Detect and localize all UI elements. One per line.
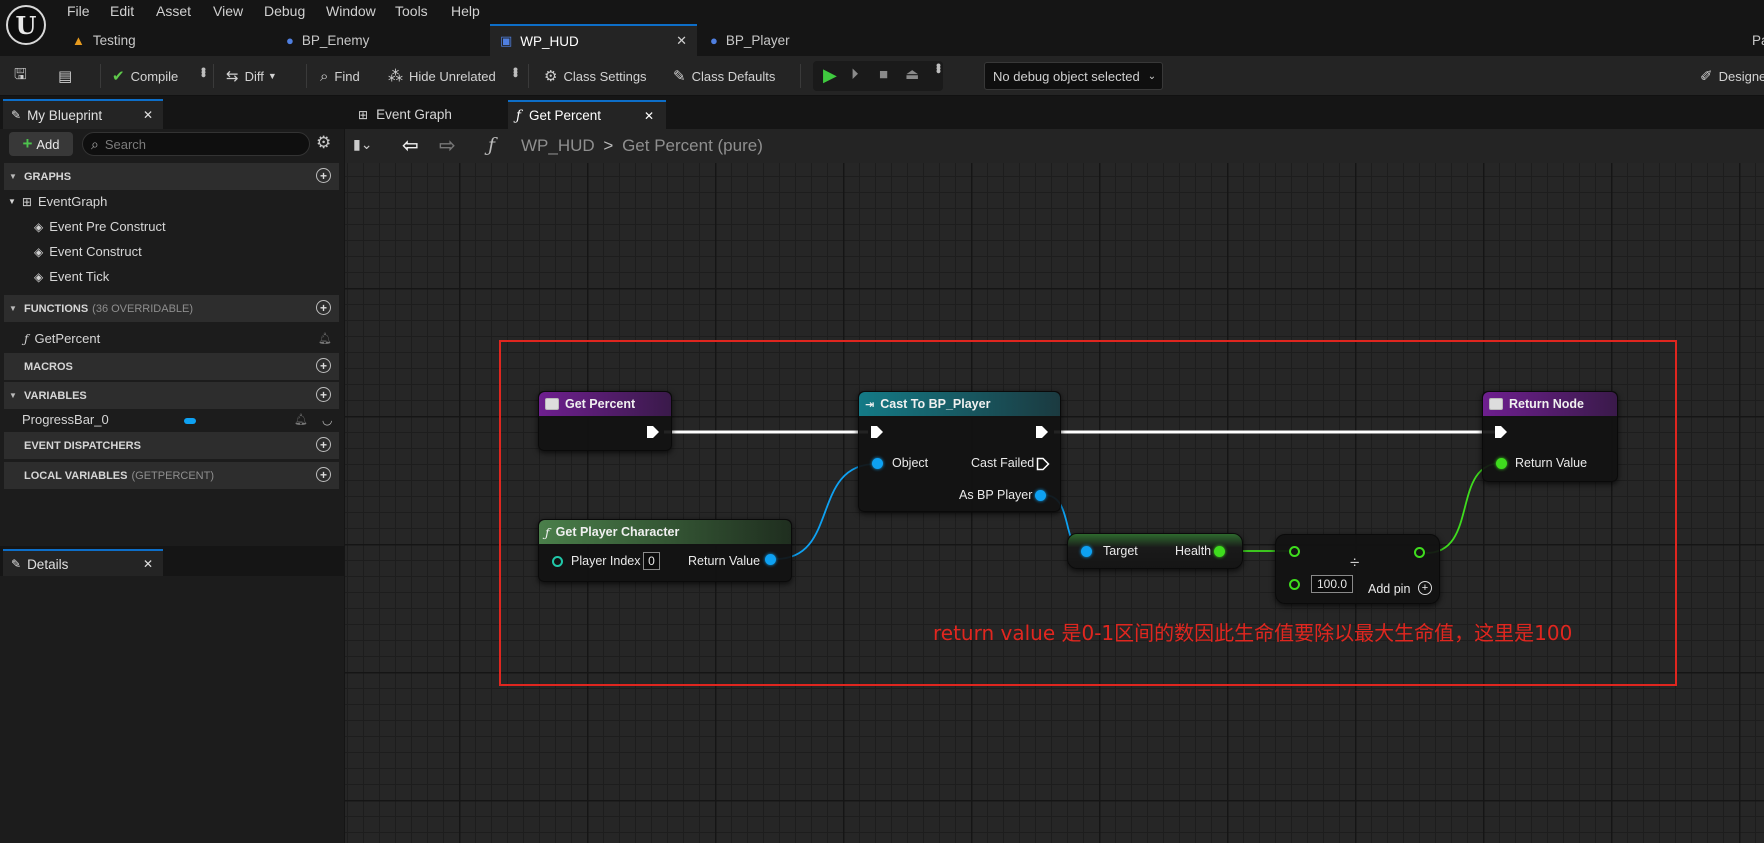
unreal-logo-icon[interactable]: U [6,5,46,45]
annotation-text: return value 是0-1区间的数因此生命值要除以最大生命值，这里是10… [933,621,1573,645]
